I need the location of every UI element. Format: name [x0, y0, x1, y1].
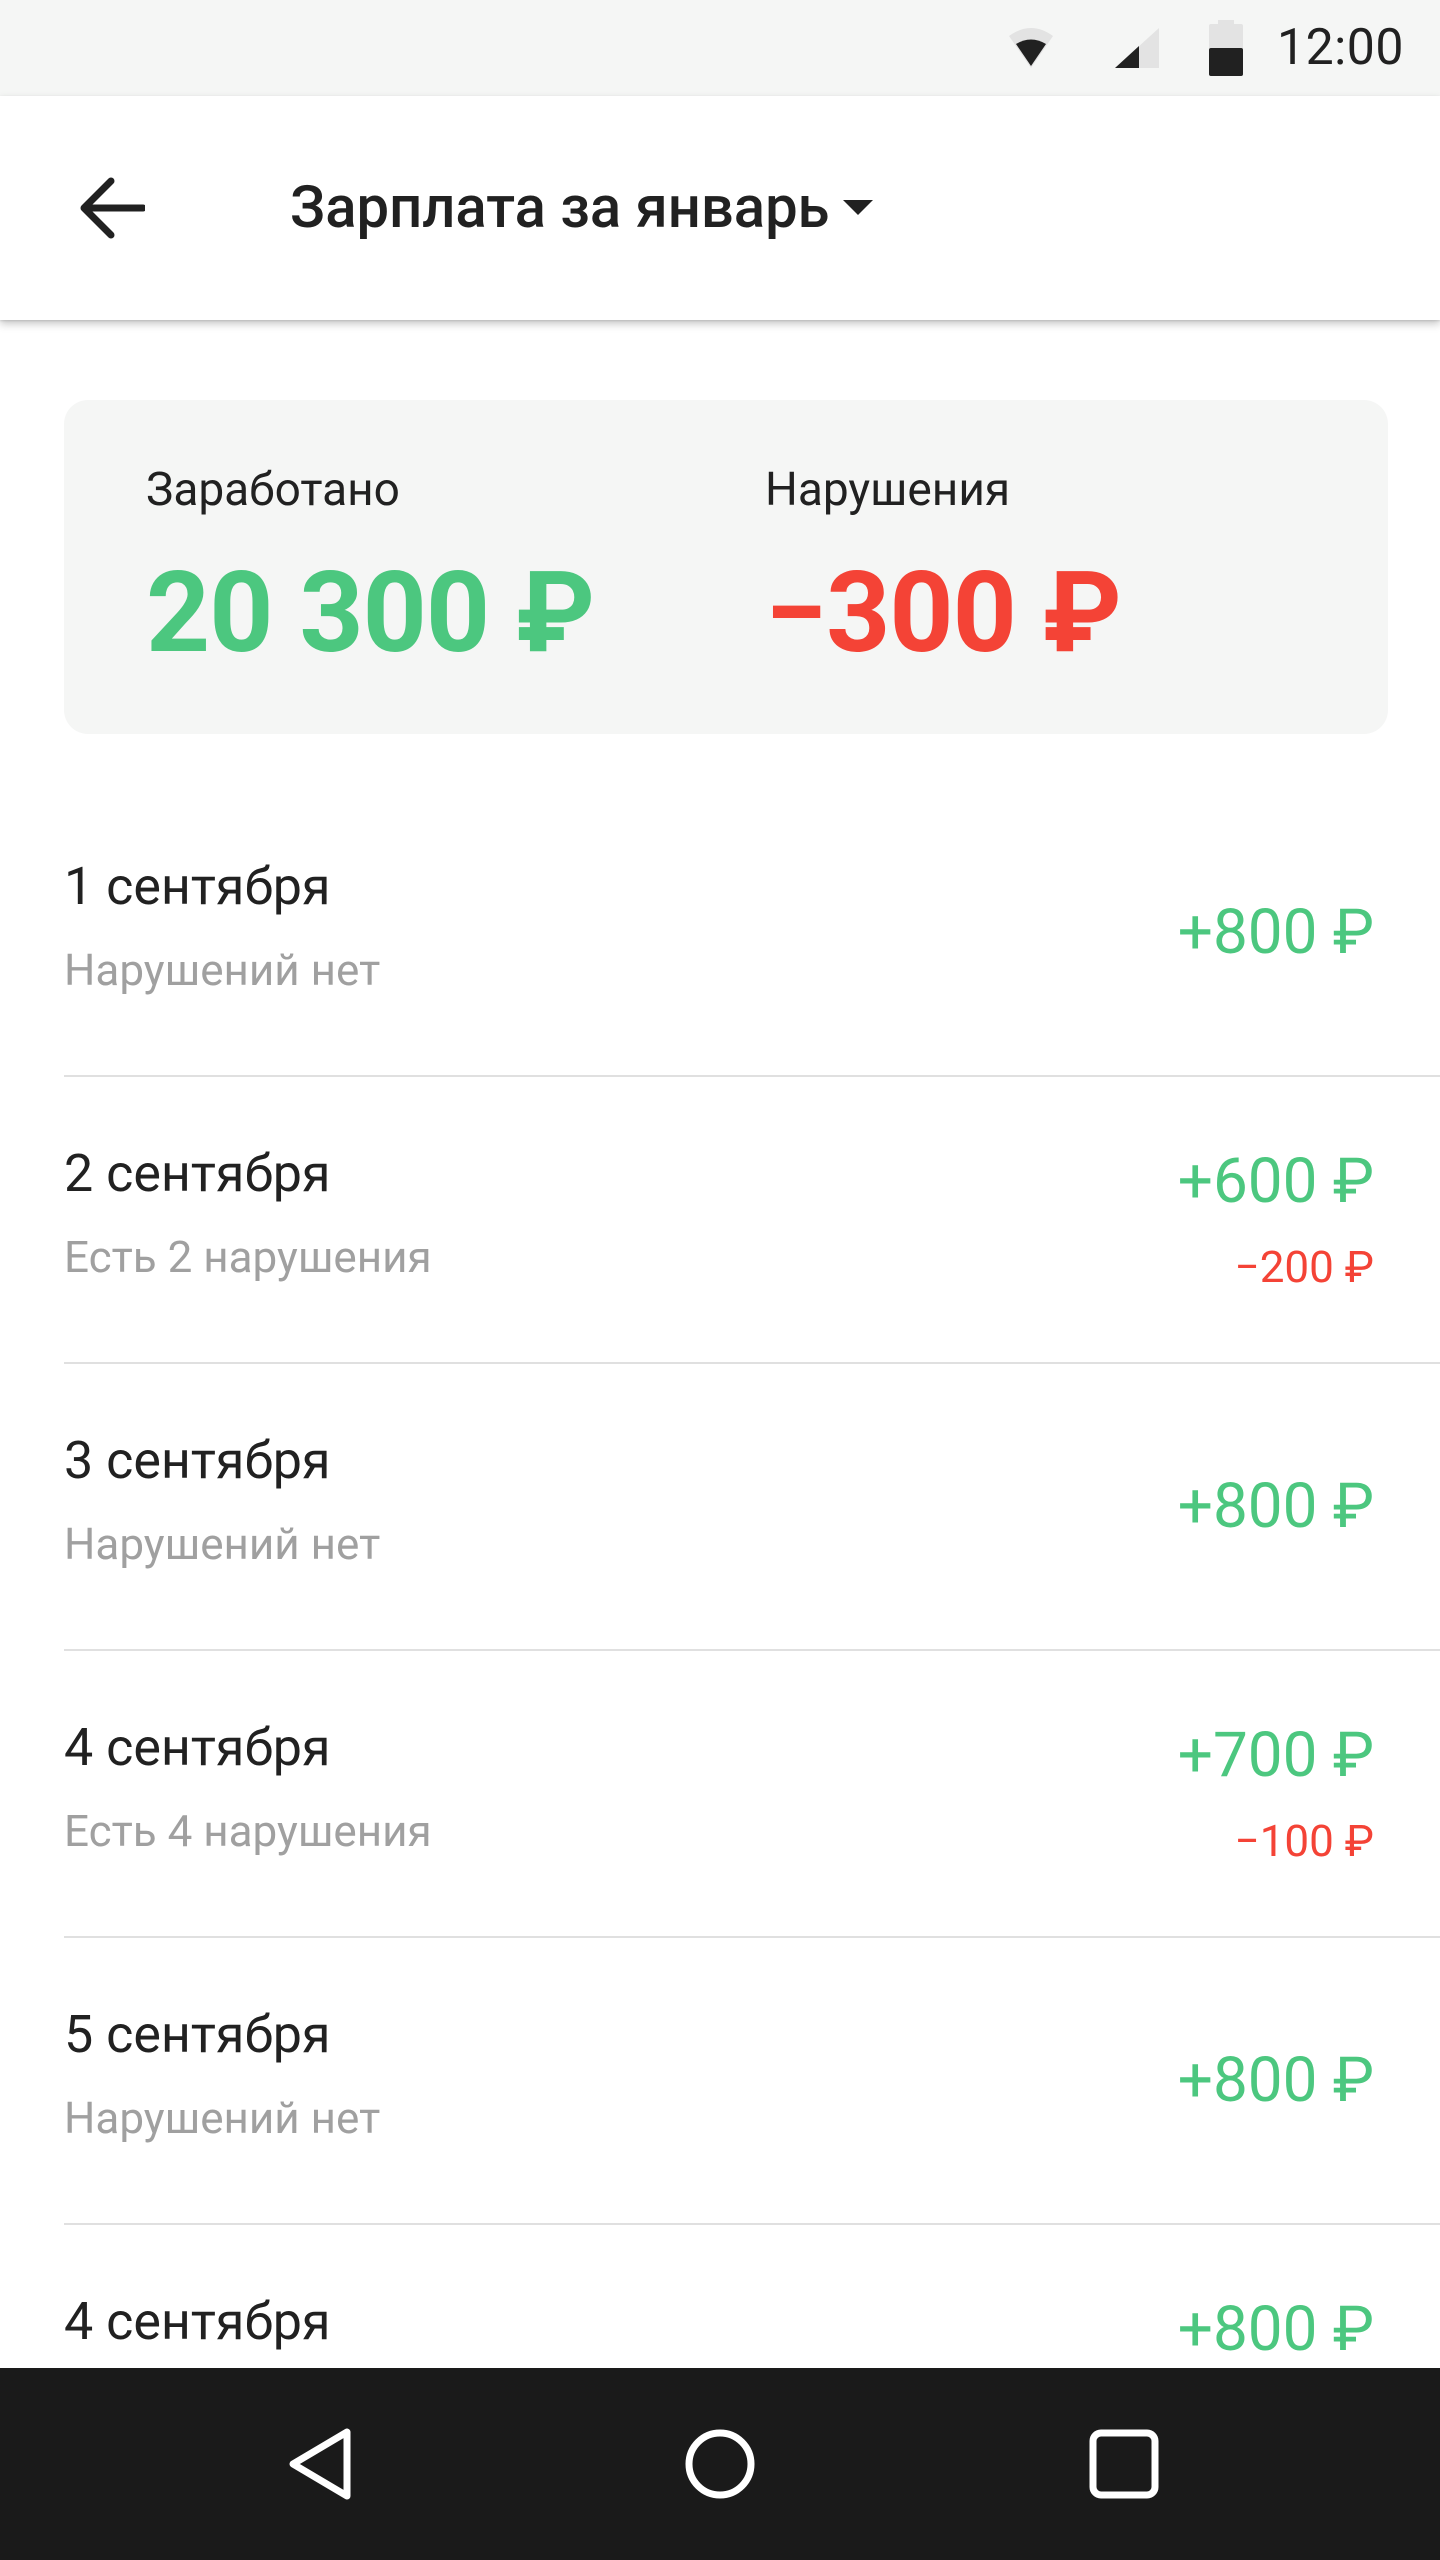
day-row[interactable]: 2 сентября Есть 2 нарушения +600 ₽ −200 …	[0, 1077, 1440, 1364]
nav-home-icon	[685, 2429, 755, 2499]
day-row[interactable]: 4 сентября Есть 4 нарушения +700 ₽ −100 …	[0, 1651, 1440, 1938]
day-penalty: −100 ₽	[1234, 1815, 1374, 1867]
system-nav-bar	[0, 2368, 1440, 2560]
status-time: 12:00	[1276, 19, 1404, 77]
day-list: 1 сентября Нарушений нет +800 ₽ 2 сентяб…	[0, 790, 1440, 2512]
status-icons: 12:00	[1007, 0, 1404, 96]
day-status: Нарушений нет	[64, 1518, 381, 1570]
day-date: 1 сентября	[64, 856, 331, 917]
day-penalty: −200 ₽	[1234, 1241, 1374, 1293]
back-button[interactable]	[64, 160, 160, 256]
violations-block: Нарушения −300 ₽	[765, 458, 1122, 684]
arrow-back-icon	[80, 177, 145, 239]
nav-back-button[interactable]	[270, 2414, 370, 2514]
day-date: 2 сентября	[64, 1143, 331, 1204]
day-amount: +800 ₽	[1177, 2044, 1374, 2117]
nav-recents-icon	[1089, 2429, 1159, 2499]
day-row[interactable]: 3 сентября Нарушений нет +800 ₽	[0, 1364, 1440, 1651]
day-amount: +800 ₽	[1177, 1470, 1374, 1543]
day-status: Есть 4 нарушения	[64, 1805, 432, 1857]
nav-back-icon	[289, 2428, 351, 2500]
nav-recents-button[interactable]	[1074, 2414, 1174, 2514]
day-date: 3 сентября	[64, 1430, 331, 1491]
day-date: 4 сентября	[64, 2291, 331, 2352]
battery-icon	[1208, 20, 1243, 76]
violations-value: −300 ₽	[765, 548, 1122, 679]
earned-value: 20 300 ₽	[146, 548, 595, 679]
day-amount: +700 ₽	[1177, 1719, 1374, 1792]
caret-down-icon	[843, 200, 874, 215]
earned-label: Заработано	[146, 463, 400, 517]
summary-card: Заработано 20 300 ₽ Нарушения −300 ₽	[64, 400, 1388, 734]
day-amount: +800 ₽	[1177, 2293, 1374, 2366]
day-amount: +800 ₽	[1177, 896, 1374, 969]
nav-home-button[interactable]	[670, 2414, 770, 2514]
page-title: Зарплата за январь	[290, 174, 830, 242]
day-status: Есть 2 нарушения	[64, 1231, 432, 1283]
earned-block: Заработано 20 300 ₽	[146, 458, 595, 684]
day-status: Нарушений нет	[64, 2092, 381, 2144]
day-amount: +600 ₽	[1177, 1145, 1374, 1218]
day-date: 4 сентября	[64, 1717, 331, 1778]
status-bar: 12:00	[0, 0, 1440, 96]
day-status: Нарушений нет	[64, 944, 381, 996]
period-selector[interactable]: Зарплата за январь	[290, 96, 874, 320]
wifi-icon	[1008, 28, 1053, 68]
day-row[interactable]: 5 сентября Нарушений нет +800 ₽	[0, 1938, 1440, 2225]
violations-label: Нарушения	[765, 463, 1011, 517]
cell-signal-icon	[1114, 28, 1159, 68]
app-bar: Зарплата за январь	[0, 96, 1440, 320]
day-row[interactable]: 1 сентября Нарушений нет +800 ₽	[0, 790, 1440, 1077]
day-date: 5 сентября	[64, 2004, 331, 2065]
